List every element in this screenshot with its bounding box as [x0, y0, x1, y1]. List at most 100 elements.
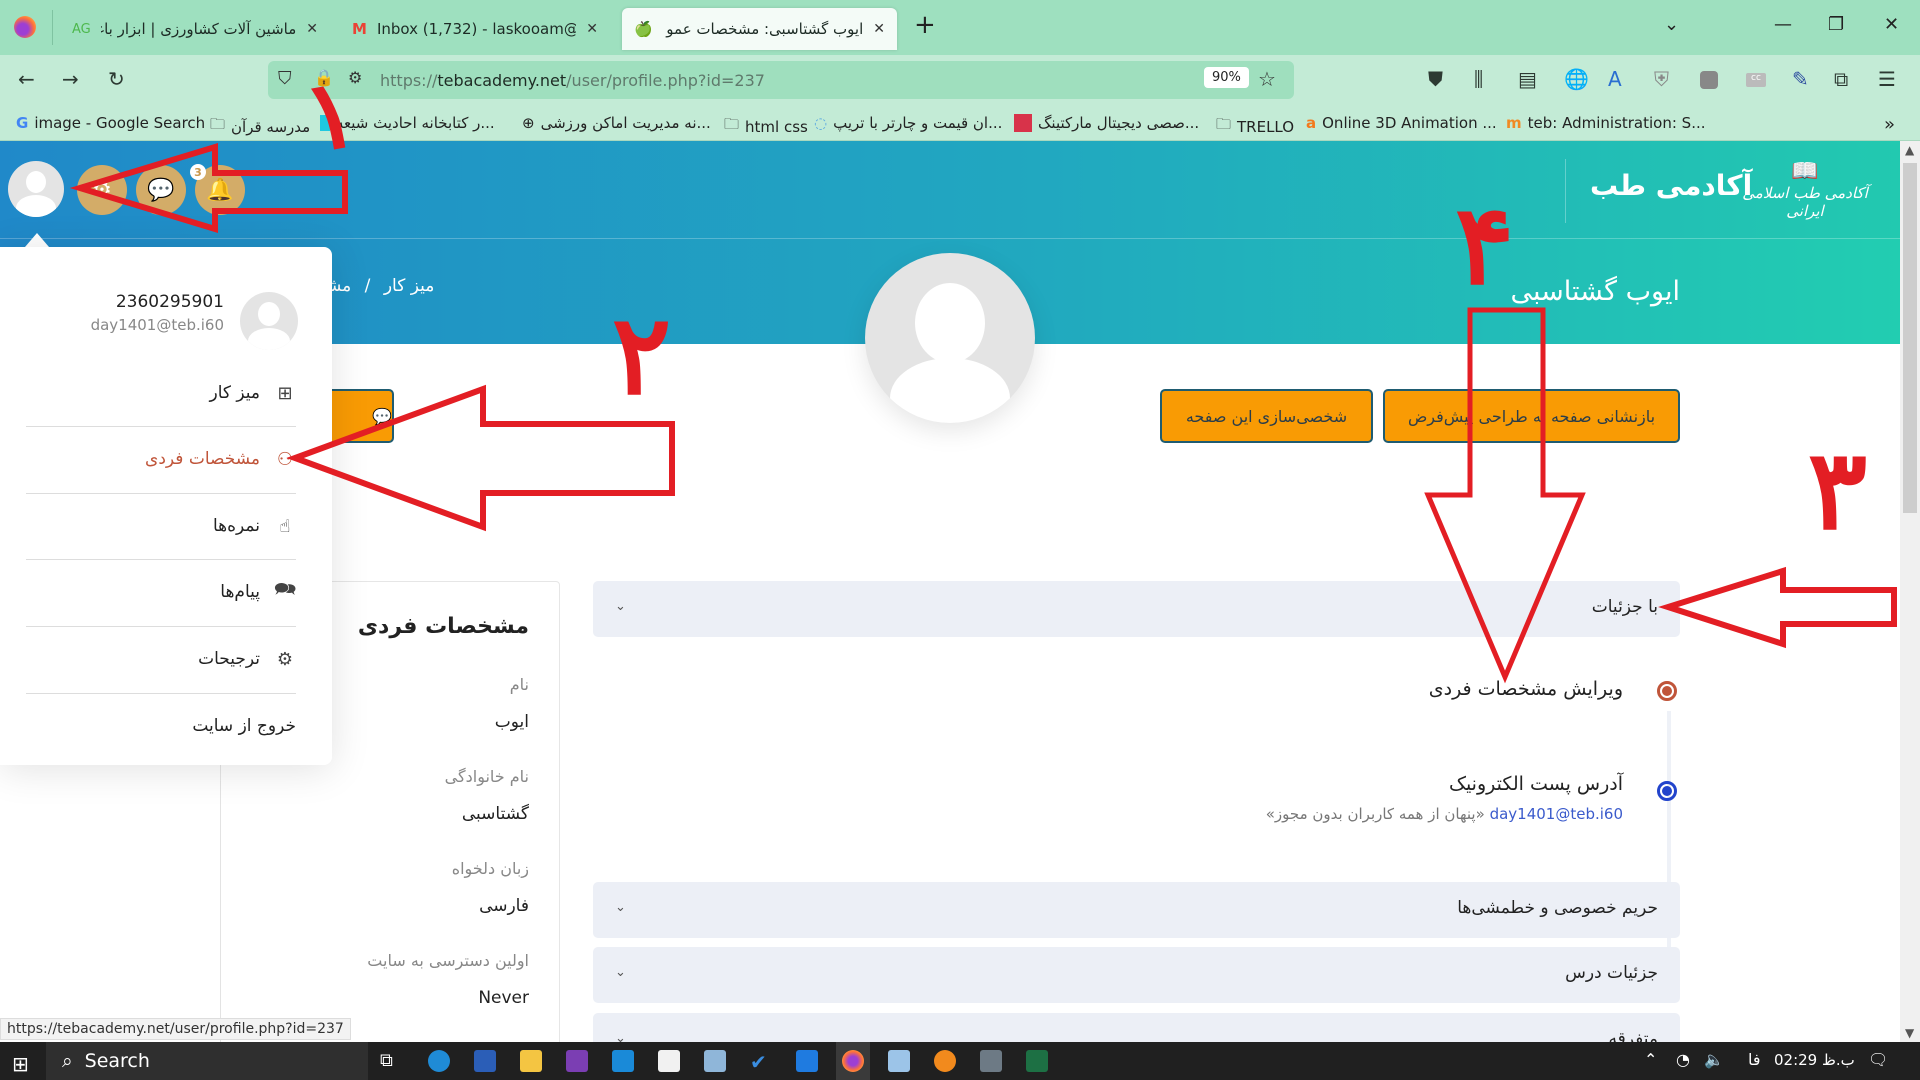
close-icon[interactable]: ✕ — [306, 21, 318, 37]
bookmark-star-icon[interactable]: ☆ — [1258, 67, 1276, 91]
reset-page-button[interactable]: بازنشانی صفحه به طراحی پیش‌فرض — [1383, 389, 1680, 443]
app-icon[interactable] — [934, 1050, 956, 1072]
bookmark-item[interactable]: a Online 3D Animation ... — [1306, 114, 1497, 132]
app-icon[interactable] — [704, 1050, 726, 1072]
vpn-extension-icon[interactable]: ⛨ — [1654, 67, 1669, 91]
grades-icon: ☝ — [279, 515, 291, 537]
tab-label: ماشین آلات کشاورزی | ابزار باغبان — [101, 20, 297, 38]
chevron-down-icon[interactable]: ⌄ — [615, 965, 626, 980]
tab-gmail[interactable]: M Inbox (1,732) - laskooam@gma ✕ — [340, 8, 610, 50]
accordion-course-details[interactable]: جزئیات درس ⌄ — [593, 947, 1680, 1003]
chevron-down-icon[interactable]: ⌄ — [615, 599, 626, 614]
vertical-scrollbar[interactable]: ▲ ▼ — [1900, 141, 1920, 1042]
firefox-taskbar-icon[interactable] — [842, 1050, 864, 1072]
onenote-icon[interactable] — [566, 1050, 588, 1072]
taskbar-clock[interactable]: 02:29 ب.ظ — [1774, 1051, 1855, 1069]
back-icon[interactable]: ← — [18, 67, 35, 91]
minimize-button[interactable]: — — [1774, 14, 1792, 35]
email-label: آدرس پست الکترونیک — [1448, 773, 1623, 795]
customize-page-button[interactable]: شخصی‌سازی این صفحه — [1160, 389, 1373, 443]
firefox-icon[interactable] — [14, 16, 36, 38]
menu-hamburger-icon[interactable]: ☰ — [1878, 67, 1896, 91]
tab-agriculture[interactable]: AG ماشین آلات کشاورزی | ابزار باغبان ✕ — [60, 8, 330, 50]
cc-extension-icon[interactable]: cc — [1746, 73, 1766, 87]
menu-item-logout[interactable]: خروج از سایت — [26, 693, 296, 759]
excel-icon[interactable] — [1026, 1050, 1048, 1072]
accordion-privacy[interactable]: حریم خصوصی و خطمشی‌ها ⌄ — [593, 882, 1680, 938]
menu-item-messages[interactable]: پیام‌ها 🗪 — [26, 559, 296, 625]
bookmark-item[interactable]: Gimage - Google Search — [16, 114, 205, 132]
app-icon[interactable] — [888, 1050, 910, 1072]
library-icon[interactable]: ⫼ — [1474, 67, 1483, 91]
edit-profile-link[interactable]: ویرایش مشخصات فردی — [1429, 678, 1623, 700]
menu-item-preferences[interactable]: ترجیحات ⚙ — [26, 626, 296, 692]
tab-list-chevron-icon[interactable]: ⌄ — [1664, 14, 1679, 35]
google-icon: G — [16, 114, 29, 132]
accordion-details[interactable]: با جزئیات ⌄ — [593, 581, 1680, 637]
color-picker-icon[interactable]: ✎ — [1792, 67, 1809, 91]
shield-icon[interactable]: ⛉ — [278, 68, 292, 89]
email-value[interactable]: day1401@teb.i60 — [1490, 805, 1623, 823]
bookmark-item[interactable]: ...نه مدیریت اماکن ورزشی ⊕ — [522, 114, 711, 132]
messages-icon[interactable]: 💬 — [136, 165, 186, 215]
address-bar[interactable]: ⛉ 🔒 ⚙ https://tebacademy.net/user/profil… — [268, 61, 1294, 99]
todo-icon[interactable]: ✔ — [750, 1050, 772, 1074]
bookmark-item[interactable]: ...ان قیمت و چارتر با تریپ ◌ — [814, 114, 1002, 132]
accordion-misc[interactable]: متفرقه ⌄ — [593, 1013, 1680, 1042]
calculator-icon[interactable] — [980, 1050, 1002, 1072]
restore-button[interactable]: ❐ — [1828, 14, 1844, 35]
menu-item-profile[interactable]: مشخصات فردی ⚇ — [26, 426, 296, 492]
bookmarks-overflow-icon[interactable]: » — [1884, 114, 1895, 135]
language-indicator[interactable]: فا — [1748, 1050, 1761, 1069]
bookmark-item[interactable]: m teb: Administration: S... — [1506, 114, 1706, 132]
breadcrumb-dashboard[interactable]: میز کار — [384, 276, 435, 296]
bookmark-item[interactable]: 🗀 TRELLO — [1216, 114, 1294, 139]
left-column-border — [220, 781, 221, 1042]
wifi-icon[interactable]: ◔ — [1676, 1050, 1690, 1069]
notification-center-icon[interactable]: 🗨 — [1868, 1050, 1888, 1069]
word-icon[interactable] — [474, 1050, 496, 1072]
close-icon[interactable]: ✕ — [873, 21, 885, 37]
close-window-button[interactable]: ✕ — [1884, 14, 1899, 35]
site-logo[interactable]: 📖 آکادمی طب اسلامی ایرانی — [1740, 159, 1870, 221]
chevron-down-icon[interactable]: ⌄ — [615, 900, 626, 915]
windows-start-icon[interactable]: ⊞ — [12, 1052, 29, 1076]
forward-icon[interactable]: → — [62, 67, 79, 91]
site-icon: a — [1306, 114, 1317, 132]
preferences-gear-icon[interactable]: ⚙ — [77, 165, 127, 215]
edge-icon[interactable] — [428, 1050, 450, 1072]
scroll-up-icon[interactable]: ▲ — [1905, 143, 1914, 157]
bookmarks-bar: Gimage - Google Search مدرسه قرآن 🗀 ...ر … — [0, 105, 1920, 141]
volume-icon[interactable]: 🔈 — [1704, 1050, 1724, 1069]
scrollbar-thumb[interactable] — [1903, 163, 1917, 513]
mail-icon[interactable] — [612, 1050, 634, 1072]
close-icon[interactable]: ✕ — [586, 21, 598, 37]
zoom-level[interactable]: 90% — [1204, 67, 1249, 88]
store-icon[interactable] — [658, 1050, 680, 1072]
tab-profile[interactable]: 🍏 ایوب گشتاسبی: مشخصات عمو ✕ — [622, 8, 897, 50]
task-view-icon[interactable]: ⧉ — [380, 1050, 393, 1071]
pocket-icon[interactable]: ⛊ — [1428, 67, 1443, 91]
translate-extension-icon[interactable]: A — [1608, 67, 1622, 91]
sidebar-icon[interactable]: ▤ — [1518, 67, 1537, 91]
extensions-puzzle-icon[interactable]: ⧉ — [1834, 67, 1848, 91]
reload-icon[interactable]: ↻ — [108, 67, 125, 91]
scroll-down-icon[interactable]: ▼ — [1905, 1026, 1914, 1040]
folder-icon: 🗀 — [724, 115, 740, 133]
app-icon[interactable] — [796, 1050, 818, 1072]
site-name[interactable]: آکادمی طب — [1590, 169, 1752, 202]
menu-item-grades[interactable]: نمره‌ها ☝ — [26, 493, 296, 559]
globe-extension-icon[interactable]: 🌐 — [1564, 67, 1589, 91]
menu-item-dashboard[interactable]: میز کار ⊞ — [26, 360, 296, 426]
bookmark-item[interactable]: ...صصی دیجیتال مارکتینگ — [1014, 114, 1199, 132]
extension-icon[interactable] — [1700, 71, 1718, 89]
taskbar-search[interactable]: ⌕ Search — [46, 1042, 368, 1080]
new-tab-button[interactable]: + — [914, 10, 936, 40]
bookmark-item[interactable]: مدرسه قرآن 🗀 — [210, 114, 310, 139]
file-explorer-icon[interactable] — [520, 1050, 542, 1072]
chevron-down-icon[interactable]: ⌄ — [615, 1031, 626, 1042]
url-text[interactable]: https://tebacademy.net/user/profile.php?… — [380, 71, 765, 90]
user-avatar-button[interactable] — [8, 161, 64, 217]
tray-chevron-icon[interactable]: ⌃ — [1644, 1050, 1657, 1069]
bookmark-item[interactable]: 🗀 html css — [724, 114, 808, 139]
